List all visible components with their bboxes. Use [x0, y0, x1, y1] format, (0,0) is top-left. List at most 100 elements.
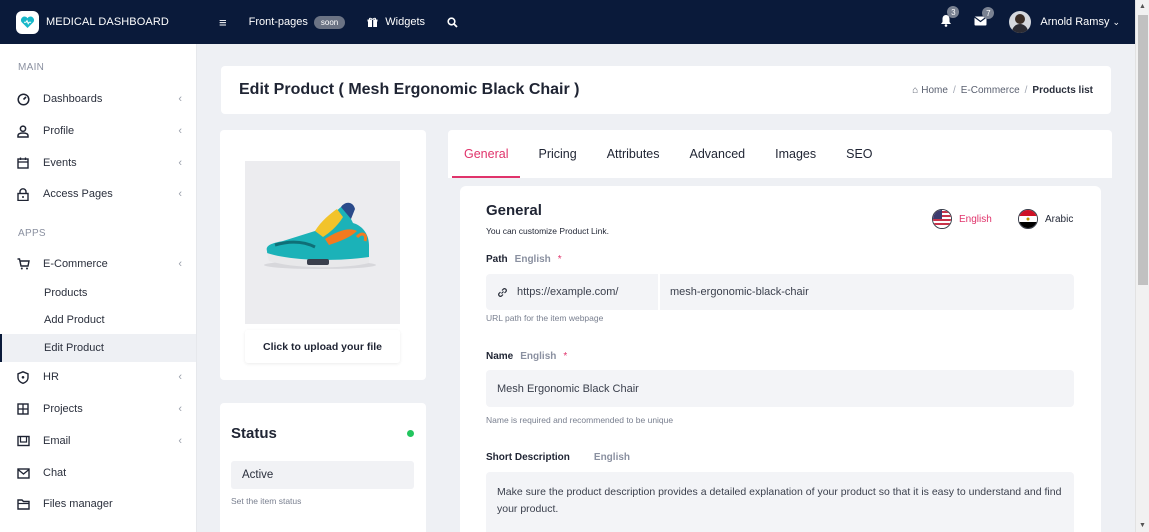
- sidebar-item-dashboards[interactable]: Dashboards ‹: [0, 85, 196, 113]
- short-description-textarea[interactable]: Make sure the product description provid…: [486, 472, 1074, 532]
- menu-toggle-icon[interactable]: ≡: [219, 15, 227, 30]
- sidebar-item-projects[interactable]: Projects ‹: [0, 395, 196, 423]
- tab-seo[interactable]: SEO: [834, 130, 884, 178]
- avatar[interactable]: [1009, 11, 1032, 33]
- sidebar: MAIN Dashboards ‹ Profile ‹ Events ‹ Acc…: [0, 44, 197, 532]
- product-image[interactable]: [245, 161, 400, 324]
- product-tabs: General Pricing Attributes Advanced Imag…: [448, 130, 1112, 178]
- sidebar-item-profile[interactable]: Profile ‹: [0, 117, 196, 145]
- sidebar-subitem-products[interactable]: Products: [0, 279, 196, 307]
- mail-icon: [16, 466, 30, 480]
- status-select[interactable]: Active: [231, 461, 414, 489]
- heart-logo-icon: [16, 10, 39, 34]
- page-scrollbar[interactable]: ▲ ▼: [1135, 0, 1149, 532]
- sidebar-subitem-edit-product[interactable]: Edit Product: [0, 334, 196, 362]
- chevron-left-icon: ‹: [178, 371, 182, 383]
- sidebar-item-label: Access Pages: [43, 188, 113, 200]
- calendar-icon: [16, 156, 30, 170]
- lock-icon: [16, 187, 30, 201]
- sidebar-item-label: Files manager: [43, 498, 113, 510]
- path-input[interactable]: mesh-ergonomic-black-chair: [660, 286, 809, 298]
- breadcrumb-ecommerce[interactable]: E-Commerce: [961, 85, 1020, 96]
- chevron-left-icon: ‹: [178, 403, 182, 415]
- path-prefix: https://example.com/: [486, 274, 660, 310]
- sidebar-item-ecommerce[interactable]: E-Commerce ‹: [0, 250, 196, 278]
- form-subtitle: You can customize Product Link.: [486, 226, 610, 236]
- path-label: Path English *: [486, 254, 562, 265]
- sidebar-item-hr[interactable]: HR ‹: [0, 363, 196, 391]
- scroll-thumb[interactable]: [1138, 15, 1148, 285]
- product-image-card: Click to upload your file: [220, 130, 426, 380]
- sidebar-item-events[interactable]: Events ‹: [0, 149, 196, 177]
- tab-general[interactable]: General: [452, 130, 521, 178]
- top-navbar: MEDICAL DASHBOARD ≡ Front-pages soon Wid…: [0, 0, 1135, 44]
- front-pages-menu[interactable]: Front-pages soon: [249, 15, 346, 29]
- sidebar-item-label: Events: [43, 157, 77, 169]
- sidebar-item-chat[interactable]: Chat: [0, 459, 196, 487]
- widgets-label: Widgets: [385, 16, 426, 28]
- home-icon: ⌂: [912, 84, 919, 96]
- breadcrumb: ⌂ Home / E-Commerce / Products list: [912, 84, 1093, 96]
- page-title: Edit Product ( Mesh Ergonomic Black Chai…: [239, 81, 580, 98]
- scroll-down-icon[interactable]: ▼: [1139, 522, 1146, 529]
- tab-advanced[interactable]: Advanced: [678, 130, 758, 178]
- tab-images[interactable]: Images: [763, 130, 828, 178]
- sidebar-item-label: E-Commerce: [43, 258, 108, 270]
- sidebar-item-label: Email: [43, 435, 71, 447]
- widgets-menu[interactable]: Widgets: [367, 16, 425, 28]
- tab-pricing[interactable]: Pricing: [526, 130, 588, 178]
- sidebar-section-apps: APPS: [18, 228, 46, 239]
- gauge-icon: [16, 92, 30, 106]
- egypt-flag-icon: [1018, 209, 1038, 229]
- status-help-text: Set the item status: [231, 496, 302, 506]
- tab-attributes[interactable]: Attributes: [595, 130, 672, 178]
- language-english[interactable]: English: [932, 209, 992, 229]
- messages-badge: 7: [982, 7, 995, 19]
- sidebar-item-label: Projects: [43, 403, 83, 415]
- chevron-left-icon: ‹: [178, 157, 182, 169]
- name-help-text: Name is required and recommended to be u…: [486, 415, 674, 425]
- sidebar-subitem-add-product[interactable]: Add Product: [0, 306, 196, 334]
- breadcrumb-home[interactable]: Home: [921, 85, 948, 96]
- page-header: Edit Product ( Mesh Ergonomic Black Chai…: [221, 66, 1111, 114]
- status-title: Status: [231, 425, 277, 442]
- us-flag-icon: [932, 209, 952, 229]
- gift-icon: [367, 17, 378, 27]
- layout-grid-icon: [16, 402, 30, 416]
- form-title: General: [486, 202, 542, 219]
- upload-file-button[interactable]: Click to upload your file: [245, 330, 400, 363]
- sidebar-item-label: Dashboards: [43, 93, 103, 105]
- folder-icon: [16, 497, 30, 511]
- path-field[interactable]: https://example.com/ mesh-ergonomic-blac…: [486, 274, 1074, 310]
- name-input[interactable]: Mesh Ergonomic Black Chair: [486, 370, 1074, 407]
- sidebar-item-access-pages[interactable]: Access Pages ‹: [0, 180, 196, 208]
- inbox-icon: [16, 434, 30, 448]
- notifications-badge: 3: [947, 6, 960, 18]
- name-label: Name English *: [486, 351, 568, 362]
- sidebar-item-label: Profile: [43, 125, 75, 137]
- user-icon: [16, 124, 30, 138]
- sidebar-item-files-manager[interactable]: Files manager: [0, 490, 196, 518]
- chevron-left-icon: ‹: [178, 435, 182, 447]
- chevron-left-icon: ‹: [178, 188, 182, 200]
- general-form-card: General You can customize Product Link. …: [460, 186, 1101, 532]
- breadcrumb-current: Products list: [1032, 84, 1093, 96]
- path-help-text: URL path for the item webpage: [486, 313, 604, 323]
- chevron-down-icon[interactable]: ⌄: [1112, 17, 1120, 28]
- user-name[interactable]: Arnold Ramsy: [1040, 16, 1109, 28]
- brand[interactable]: MEDICAL DASHBOARD: [0, 10, 197, 34]
- sidebar-item-email[interactable]: Email ‹: [0, 427, 196, 455]
- status-indicator: [407, 430, 414, 437]
- language-english-label: English: [959, 213, 992, 225]
- shield-icon: [16, 370, 30, 384]
- messages-button[interactable]: 7: [974, 7, 995, 29]
- search-icon[interactable]: [447, 16, 458, 28]
- app-title: MEDICAL DASHBOARD: [46, 16, 169, 28]
- link-icon: [498, 287, 507, 297]
- chevron-left-icon: ‹: [178, 258, 182, 270]
- scroll-up-icon[interactable]: ▲: [1139, 3, 1146, 10]
- sidebar-item-label: Chat: [43, 467, 67, 479]
- sidebar-section-main: MAIN: [18, 62, 45, 73]
- notifications-button[interactable]: 3: [940, 6, 960, 30]
- language-arabic[interactable]: Arabic: [1018, 209, 1073, 229]
